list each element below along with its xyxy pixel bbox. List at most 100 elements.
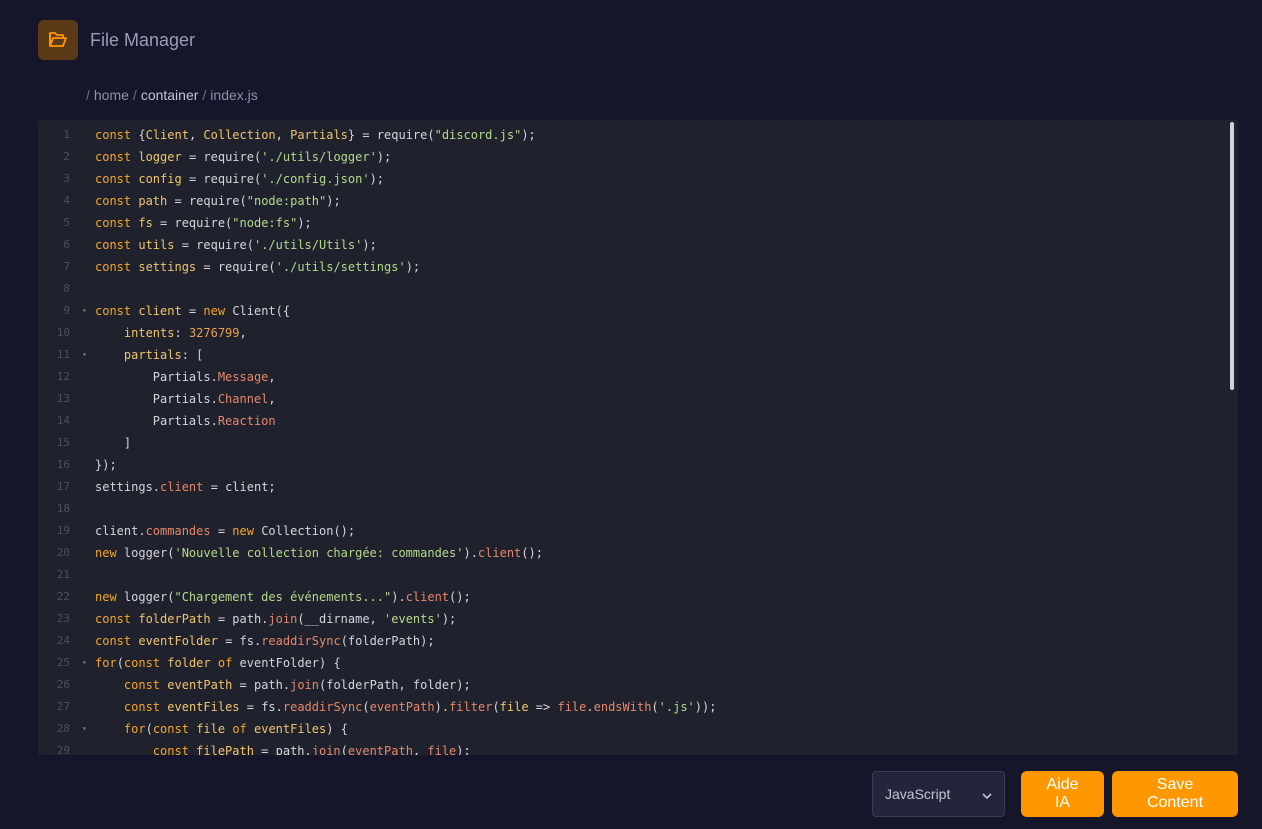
code-token: ); [456,744,471,755]
code-text: settings.client = client; [95,476,276,498]
code-token: filePath [196,744,254,755]
code-token: = path. [232,678,291,692]
code-token: Partials. [95,414,218,428]
line-number: 25 [56,656,70,669]
code-token: for [95,656,117,670]
fold-toggle-icon[interactable]: ▾ [76,718,95,740]
code-token: './utils/logger' [261,150,377,164]
code-line[interactable]: 20 new logger('Nouvelle collection chargé… [38,542,1238,564]
save-content-button[interactable]: Save Content [1112,771,1238,817]
code-token: Partials [290,128,348,142]
code-line[interactable]: 9 ▾ const client = new Client({ [38,300,1238,322]
code-line[interactable]: 19 client.commandes = new Collection(); [38,520,1238,542]
code-token: = path. [210,612,269,626]
breadcrumb-file: index.js [210,87,258,103]
code-token: eventFolder [138,634,218,648]
code-line[interactable]: 3 const config = require('./config.json')… [38,168,1238,190]
code-text: }); [95,454,117,476]
code-line[interactable]: 17 settings.client = client; [38,476,1238,498]
code-line[interactable]: 25 ▾ for(const folder of eventFolder) { [38,652,1238,674]
code-line[interactable]: 28 ▾ for(const file of eventFiles) { [38,718,1238,740]
code-text: const utils = require('./utils/Utils'); [95,234,377,256]
code-text: for(const folder of eventFolder) { [95,652,341,674]
code-text: const eventFolder = fs.readdirSync(folde… [95,630,435,652]
code-token: ( [340,744,348,755]
fold-toggle-icon[interactable]: ▾ [76,652,95,674]
code-line[interactable]: 1 const {Client, Collection, Partials} = … [38,124,1238,146]
code-line[interactable]: 5 const fs = require("node:fs"); [38,212,1238,234]
code-token: (folderPath, folder); [319,678,471,692]
code-line[interactable]: 6 const utils = require('./utils/Utils'); [38,234,1238,256]
code-line[interactable]: 18 [38,498,1238,520]
code-line[interactable]: 2 const logger = require('./utils/logger'… [38,146,1238,168]
code-token: logger [138,150,182,164]
code-line[interactable]: 14 Partials.Reaction [38,410,1238,432]
code-token: "Chargement des événements..." [174,590,392,604]
code-token: file [196,722,233,736]
code-line[interactable]: 22 new logger("Chargement des événements.… [38,586,1238,608]
code-line[interactable]: 10 intents: 3276799, [38,322,1238,344]
aide-ia-button[interactable]: Aide IA [1021,771,1104,817]
fold-toggle-icon[interactable]: ▾ [76,300,95,322]
code-token: = require( [152,216,233,230]
code-line[interactable]: 11 ▾ partials: [ [38,344,1238,366]
code-line[interactable]: 27 const eventFiles = fs.readdirSync(eve… [38,696,1238,718]
code-token: = require( [196,260,276,274]
code-editor[interactable]: 1 const {Client, Collection, Partials} = … [38,120,1238,755]
code-token: }); [95,458,117,472]
code-token: = path. [253,744,312,755]
code-text: const eventFiles = fs.readdirSync(eventP… [95,696,717,718]
line-number: 24 [56,634,70,647]
code-line[interactable]: 26 const eventPath = path.join(folderPat… [38,674,1238,696]
breadcrumb-container[interactable]: container [141,87,199,103]
code-token: join [290,678,319,692]
code-line[interactable]: 8 [38,278,1238,300]
code-token: ); [441,612,457,626]
code-line[interactable]: 13 Partials.Channel, [38,388,1238,410]
code-lines[interactable]: 1 const {Client, Collection, Partials} = … [38,120,1238,755]
editor-scrollbar[interactable] [1230,122,1234,390]
code-text: const config = require('./config.json'); [95,168,384,190]
line-number: 18 [56,502,70,515]
code-token: { [138,128,146,142]
line-number: 28 [56,722,70,735]
language-select[interactable]: JavaScript [872,771,1005,817]
code-token: ). [391,590,406,604]
code-token: const [95,128,139,142]
code-token: file [427,744,457,755]
line-number: 5 [63,216,70,229]
code-line[interactable]: 16}); [38,454,1238,476]
code-line[interactable]: 7 const settings = require('./utils/setti… [38,256,1238,278]
code-line[interactable]: 24 const eventFolder = fs.readdirSync(fol… [38,630,1238,652]
code-token: = fs. [239,700,283,714]
code-token: client [477,546,522,560]
code-line[interactable]: 29 const filePath = path.join(eventPath,… [38,740,1238,755]
code-token: Collection(); [261,524,356,538]
code-text: ] [95,432,131,454]
code-line[interactable]: 4 const path = require("node:path"); [38,190,1238,212]
code-text: Partials.Channel, [95,388,276,410]
code-token: const [95,194,139,208]
line-number: 29 [56,744,70,755]
line-number: 7 [63,260,70,273]
breadcrumb-home[interactable]: home [94,87,129,103]
code-line[interactable]: 23 const folderPath = path.join(__dirname… [38,608,1238,630]
code-line[interactable]: 21 [38,564,1238,586]
code-token: './utils/settings' [275,260,406,274]
code-token: (); [449,590,471,604]
code-token: settings. [95,480,161,494]
fold-toggle-icon[interactable]: ▾ [76,344,95,366]
code-line[interactable]: 12 Partials.Message, [38,366,1238,388]
code-line[interactable]: 15 ] [38,432,1238,454]
code-token: readdirSync [282,700,363,714]
line-number: 21 [56,568,70,581]
code-token: 'Nouvelle collection chargée: commandes' [174,546,464,560]
code-token: Channel [217,392,269,406]
